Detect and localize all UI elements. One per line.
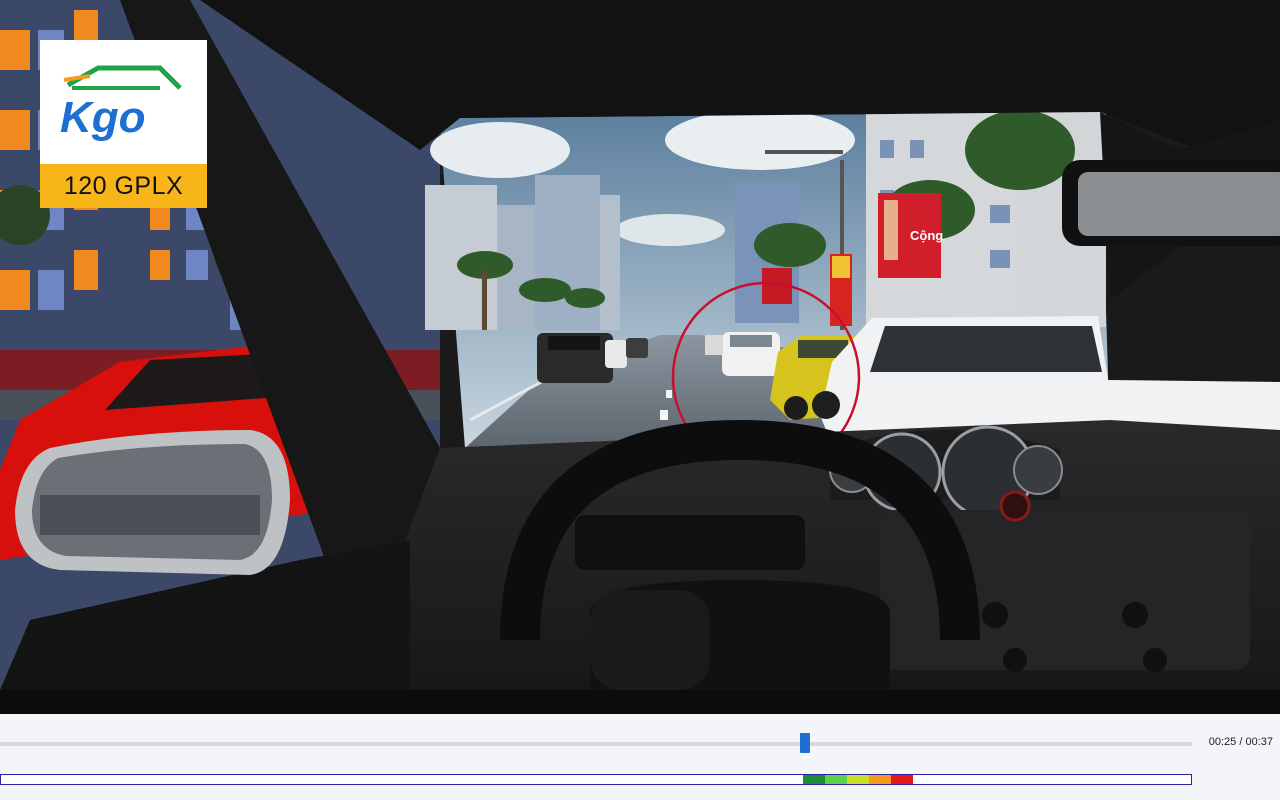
score-zone-segment (869, 775, 891, 784)
seek-handle[interactable] (800, 733, 810, 753)
logo-wordmark: Kgo (60, 93, 146, 142)
score-zone-segment (825, 775, 847, 784)
brand-logo-panel: Kgo 120 GPLX (40, 40, 207, 208)
billboard-text: Cộng (910, 228, 943, 243)
time-display: 00:25 / 00:37 (1208, 736, 1273, 748)
kgo-logo: Kgo (60, 65, 182, 142)
score-zone-segment (847, 775, 869, 784)
video-frame[interactable]: Cộng Kgo 120 GPLX (0, 0, 1280, 714)
logo-caption: 120 GPLX (63, 171, 184, 200)
player-controls: 00:25 / 00:37 (0, 714, 1280, 800)
seek-bar[interactable] (0, 742, 1192, 746)
score-zone-bar (0, 774, 1192, 785)
score-zone-segment (803, 775, 825, 784)
score-zone-segment (891, 775, 913, 784)
logo-caption-band: 120 GPLX (40, 164, 207, 208)
